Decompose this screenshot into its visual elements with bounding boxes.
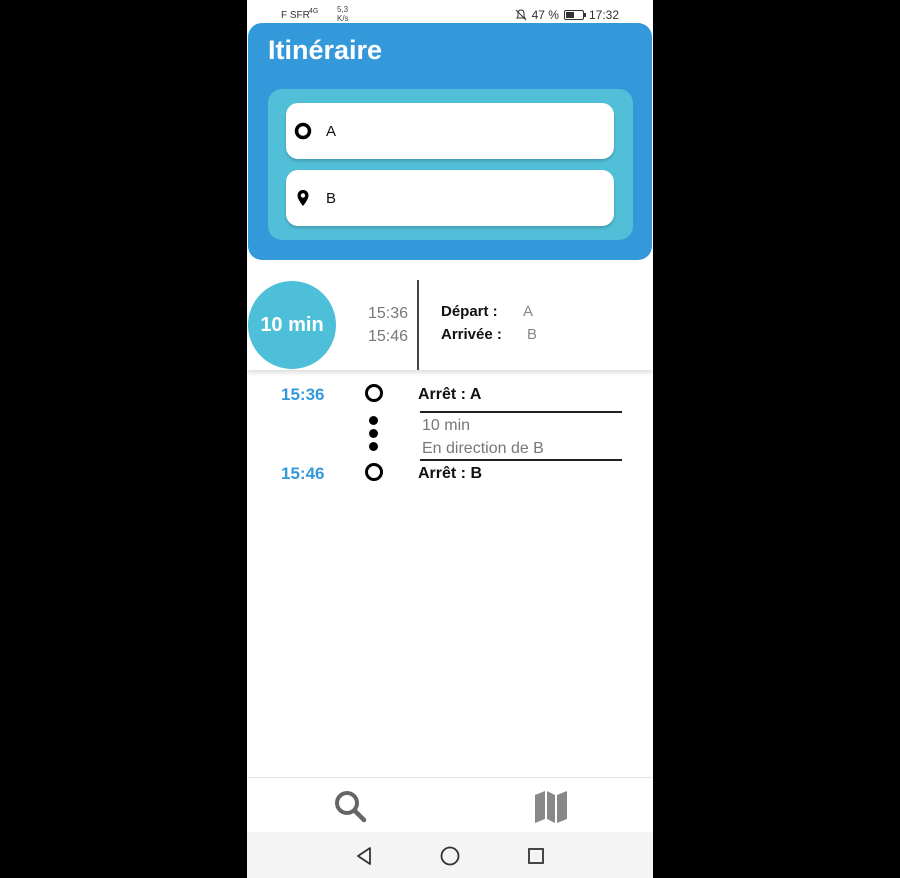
recents-icon[interactable]: [525, 845, 547, 867]
start-time: 15:36: [281, 385, 325, 404]
summary-values: A B: [523, 300, 537, 346]
location-pin-icon: [297, 190, 309, 206]
origin-value: A: [326, 123, 337, 140]
battery-percent: 47 %: [531, 8, 559, 22]
timeline-divider-top: [420, 411, 622, 413]
depart-value: A: [523, 303, 534, 320]
summary-divider: [417, 280, 419, 370]
home-icon[interactable]: [439, 845, 461, 867]
summary-depart-time: 15:36: [368, 305, 409, 322]
duration-badge: 10 min: [248, 281, 336, 369]
depart-label: Départ :: [441, 303, 498, 320]
segment-duration: 10 min: [422, 417, 471, 434]
arrive-value: B: [527, 326, 538, 343]
summary-arrive-time: 15:46: [368, 328, 409, 345]
clock: 17:32: [588, 8, 619, 22]
network-type: 4G: [309, 8, 319, 15]
intermediate-dot-icon: [369, 442, 378, 451]
app-screen: F SFR 4G 5,3 K/s 47 % 17:32 Itinéraire A: [247, 0, 653, 878]
bell-off-icon: [515, 9, 526, 21]
segment-direction: En direction de B: [422, 440, 544, 457]
end-stop-icon: [365, 463, 383, 481]
page-title: Itinéraire: [268, 35, 383, 65]
end-stop-label: Arrêt : B: [418, 465, 483, 482]
summary-labels: Départ : Arrivée :: [441, 300, 502, 346]
battery-icon: [563, 10, 586, 20]
back-icon[interactable]: [353, 845, 375, 867]
destination-value: B: [326, 190, 337, 207]
origin-circle-icon: [294, 122, 312, 140]
start-stop-label: Arrêt : A: [418, 386, 482, 403]
end-time: 15:46: [281, 464, 325, 483]
route-summary[interactable]: 10 min 15:36 15:46 Départ : Arrivée : A …: [247, 280, 653, 370]
route-inputs: A B: [268, 89, 633, 240]
timeline-divider-bottom: [420, 459, 622, 461]
itinerary-header: Itinéraire A B: [248, 23, 652, 260]
intermediate-dot-icon: [369, 429, 378, 438]
origin-field[interactable]: A: [286, 103, 614, 159]
network-speed: 5,3 K/s: [337, 5, 349, 23]
summary-times: 15:36 15:46: [368, 302, 408, 348]
start-stop-icon: [365, 384, 383, 402]
bottom-navigation: [247, 777, 653, 833]
arrive-label: Arrivée :: [441, 326, 502, 343]
system-navigation-bar: [247, 832, 653, 878]
destination-field[interactable]: B: [286, 170, 614, 226]
carrier-label: F SFR: [281, 10, 310, 21]
map-icon[interactable]: [533, 788, 569, 824]
search-icon[interactable]: [333, 789, 367, 823]
intermediate-dot-icon: [369, 416, 378, 425]
